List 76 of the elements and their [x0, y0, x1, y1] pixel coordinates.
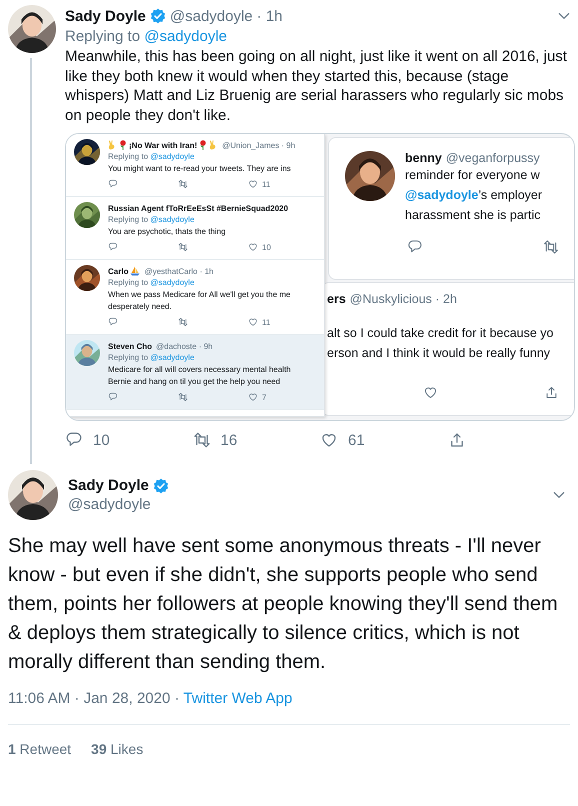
retweet-icon[interactable]	[178, 242, 188, 252]
tweet-text-line: Medicare for all will covers necessary mental health	[108, 364, 292, 376]
user-name: Russian Agent fToRrEeEsSt #BernieSquad2020	[108, 204, 288, 212]
share-icon[interactable]	[544, 385, 559, 400]
user-handle: @sadydoyle	[170, 8, 253, 24]
engagement-count[interactable]: 39 Likes	[91, 741, 144, 757]
tweet-text-line: Bernie and hang on til you get the help you need	[108, 376, 282, 388]
user-name: ers	[327, 292, 346, 306]
attached-image[interactable]	[65, 133, 575, 421]
engagement-count[interactable]: 1 Retweet	[8, 741, 72, 757]
user-name: Sady Doyle	[65, 8, 146, 24]
heart-icon[interactable]	[248, 392, 258, 402]
reply-icon[interactable]	[108, 392, 118, 402]
reply-icon[interactable]	[108, 317, 118, 327]
retweet-icon[interactable]	[543, 239, 559, 255]
user-handle: @veganforpussy	[446, 151, 540, 165]
replying-to-text: Replying to @sadydoyle	[65, 27, 228, 47]
rose-icon	[119, 140, 127, 150]
tweet-text-line: reminder for everyone w	[405, 167, 541, 184]
reply-icon[interactable]	[108, 179, 118, 189]
tweet-text-line: @sadydoyle’s employer	[405, 187, 544, 204]
tweet-text-line: alt so I could take credit for it because yo	[327, 325, 555, 342]
mention-link[interactable]: @sadydoyle	[150, 353, 194, 362]
tweet-text-line: harassment she is partic	[405, 207, 542, 224]
mention-link[interactable]: @sadydoyle	[405, 188, 478, 202]
user-handle: @dachoste · 9h	[156, 342, 213, 350]
user-name: Carlo	[108, 266, 128, 276]
count-label: 16	[220, 432, 238, 448]
reply-icon[interactable]	[108, 242, 118, 252]
count-label: 11	[262, 180, 270, 188]
timestamp: · 1h	[256, 8, 283, 24]
count-label: 7	[262, 392, 266, 402]
retweet-icon[interactable]	[178, 179, 188, 189]
count-label: 10	[93, 432, 110, 448]
heart-icon[interactable]	[248, 317, 258, 327]
mention-link[interactable]: @sadydoyle	[144, 28, 227, 45]
peace-hand-icon	[209, 140, 218, 150]
tweet-text-line: desperately need.	[108, 301, 173, 313]
peace-hand-icon	[108, 140, 117, 150]
source-link[interactable]: Twitter Web App	[183, 690, 292, 707]
user-handle: @sadydoyle	[68, 496, 152, 513]
user-name: Steven Cho	[108, 342, 152, 350]
heart-icon[interactable]	[248, 242, 258, 252]
sailboat-icon	[130, 266, 140, 276]
replying-to-text: Replying to @sadydoyle	[108, 151, 196, 163]
user-name: Sady Doyle	[68, 477, 149, 494]
rose-icon	[199, 140, 208, 150]
count-label: 10	[262, 242, 271, 252]
replying-to-text: Replying to @sadydoyle	[108, 277, 196, 289]
tweet-text: Meanwhile, this has been going on all night, just like it went on all 2016, just like they both knew it would when they started this, because (stage whispers) Matt and Liz Bruenig are serial harassers who regularly sic mobs on people they don't like.	[65, 47, 568, 125]
tweet-text-line: You might want to re-read your tweets. They are ins	[108, 163, 292, 175]
retweet-icon[interactable]	[178, 317, 188, 327]
user-handle: @Nuskylicious · 2h	[350, 292, 457, 306]
tweet-text-line: When we pass Medicare for All we'll get you the me	[108, 289, 292, 301]
user-name: ¡No War with Iran!	[129, 140, 198, 150]
heart-icon[interactable]	[423, 385, 438, 400]
user-name: benny	[405, 151, 442, 165]
replying-to-text: Replying to @sadydoyle	[108, 352, 196, 364]
user-handle: @yesthatCarlo · 1h	[144, 266, 214, 276]
retweet-icon[interactable]	[192, 431, 210, 449]
mention-link[interactable]: @sadydoyle	[150, 152, 194, 161]
tweet-text-line: You are psychotic, thats the thing	[108, 226, 227, 238]
heart-icon[interactable]	[248, 179, 258, 189]
count-label: 61	[348, 432, 365, 448]
reply-icon[interactable]	[65, 431, 83, 449]
retweet-icon[interactable]	[178, 392, 188, 402]
count-label: 11	[262, 318, 270, 326]
tweet-text-line: erson and I think it would be really funny	[327, 345, 552, 362]
heart-icon[interactable]	[320, 431, 338, 449]
user-handle: @Union_James · 9h	[222, 140, 296, 150]
mention-link[interactable]: @sadydoyle	[150, 215, 194, 224]
mention-link[interactable]: @sadydoyle	[150, 278, 194, 287]
timestamp: 11:06 AM · Jan 28, 2020 · Twitter Web App	[8, 689, 294, 709]
replying-to-text: Replying to @sadydoyle	[108, 214, 196, 226]
reply-icon[interactable]	[407, 239, 423, 255]
tweet-text: She may well have sent some anonymous threats - I'll never know - but even if she didn't, she supports people who send them, points her followers at people knowing they'll send them & deploys them strategically to silence critics, which is not morally different than sending them.	[8, 534, 559, 675]
